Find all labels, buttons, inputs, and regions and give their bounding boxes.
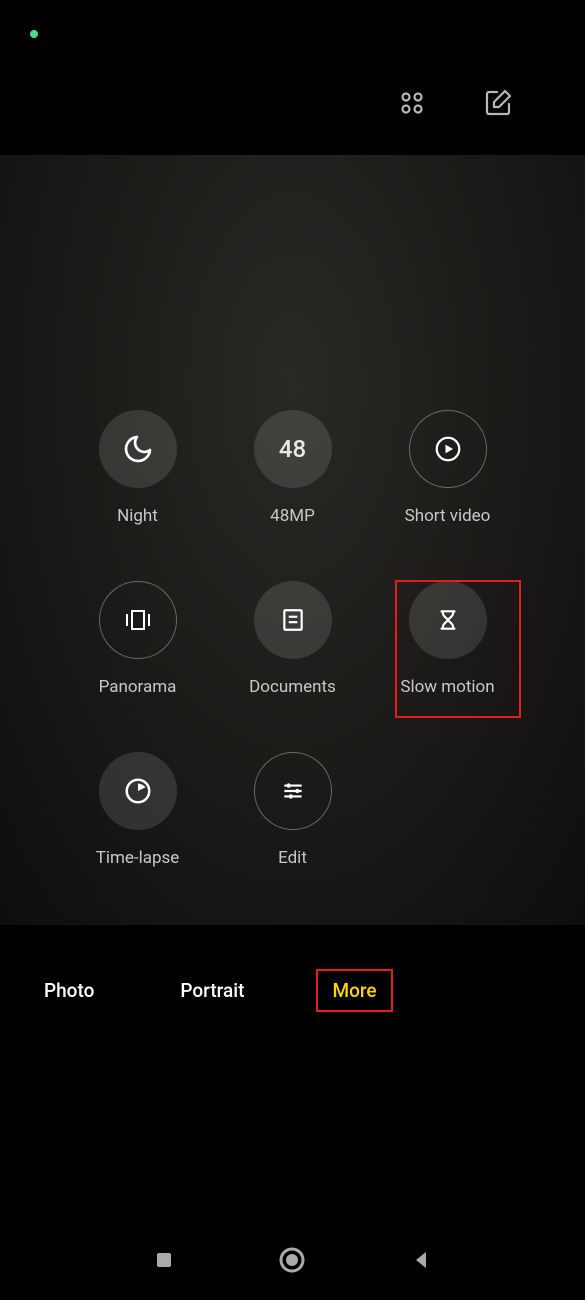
48mp-icon: 48: [254, 410, 332, 488]
mode-label: Night: [117, 506, 158, 526]
mode-night[interactable]: Night: [60, 410, 215, 526]
mode-edit[interactable]: Edit: [215, 752, 370, 868]
mode-panorama[interactable]: Panorama: [60, 581, 215, 697]
system-nav-bar: [0, 1220, 585, 1300]
camera-viewfinder: Night 48 48MP Short video: [0, 155, 585, 925]
mode-label: Time-lapse: [96, 848, 180, 868]
tab-portrait[interactable]: Portrait: [166, 971, 258, 1010]
sliders-icon: [254, 752, 332, 830]
clock-icon: [99, 752, 177, 830]
recent-apps-button[interactable]: [144, 1240, 184, 1280]
mode-label: Short video: [405, 506, 491, 526]
mode-label: 48MP: [270, 506, 315, 526]
mode-documents[interactable]: Documents: [215, 581, 370, 697]
tab-more[interactable]: More: [316, 969, 392, 1012]
mode-label: Slow motion: [400, 677, 494, 697]
document-icon: [254, 581, 332, 659]
mode-label: Panorama: [99, 677, 177, 697]
moon-icon: [99, 410, 177, 488]
back-button[interactable]: [401, 1240, 441, 1280]
status-bar: [0, 0, 585, 50]
tab-photo[interactable]: Photo: [30, 971, 108, 1010]
top-toolbar: [0, 50, 585, 155]
mode-grid: Night 48 48MP Short video: [0, 410, 585, 868]
camera-active-indicator: [30, 30, 38, 38]
play-circle-icon: [409, 410, 487, 488]
home-button[interactable]: [272, 1240, 312, 1280]
camera-mode-tabs: Photo Portrait More: [0, 960, 585, 1020]
mode-short-video[interactable]: Short video: [370, 410, 525, 526]
layout-grid-icon[interactable]: [395, 86, 429, 120]
mode-label: Documents: [249, 677, 336, 697]
mode-slow-motion[interactable]: Slow motion: [370, 581, 525, 697]
mode-label: Edit: [278, 848, 307, 868]
mode-time-lapse[interactable]: Time-lapse: [60, 752, 215, 868]
hourglass-icon: [409, 581, 487, 659]
panorama-icon: [99, 581, 177, 659]
mode-48mp[interactable]: 48 48MP: [215, 410, 370, 526]
edit-icon[interactable]: [481, 86, 515, 120]
